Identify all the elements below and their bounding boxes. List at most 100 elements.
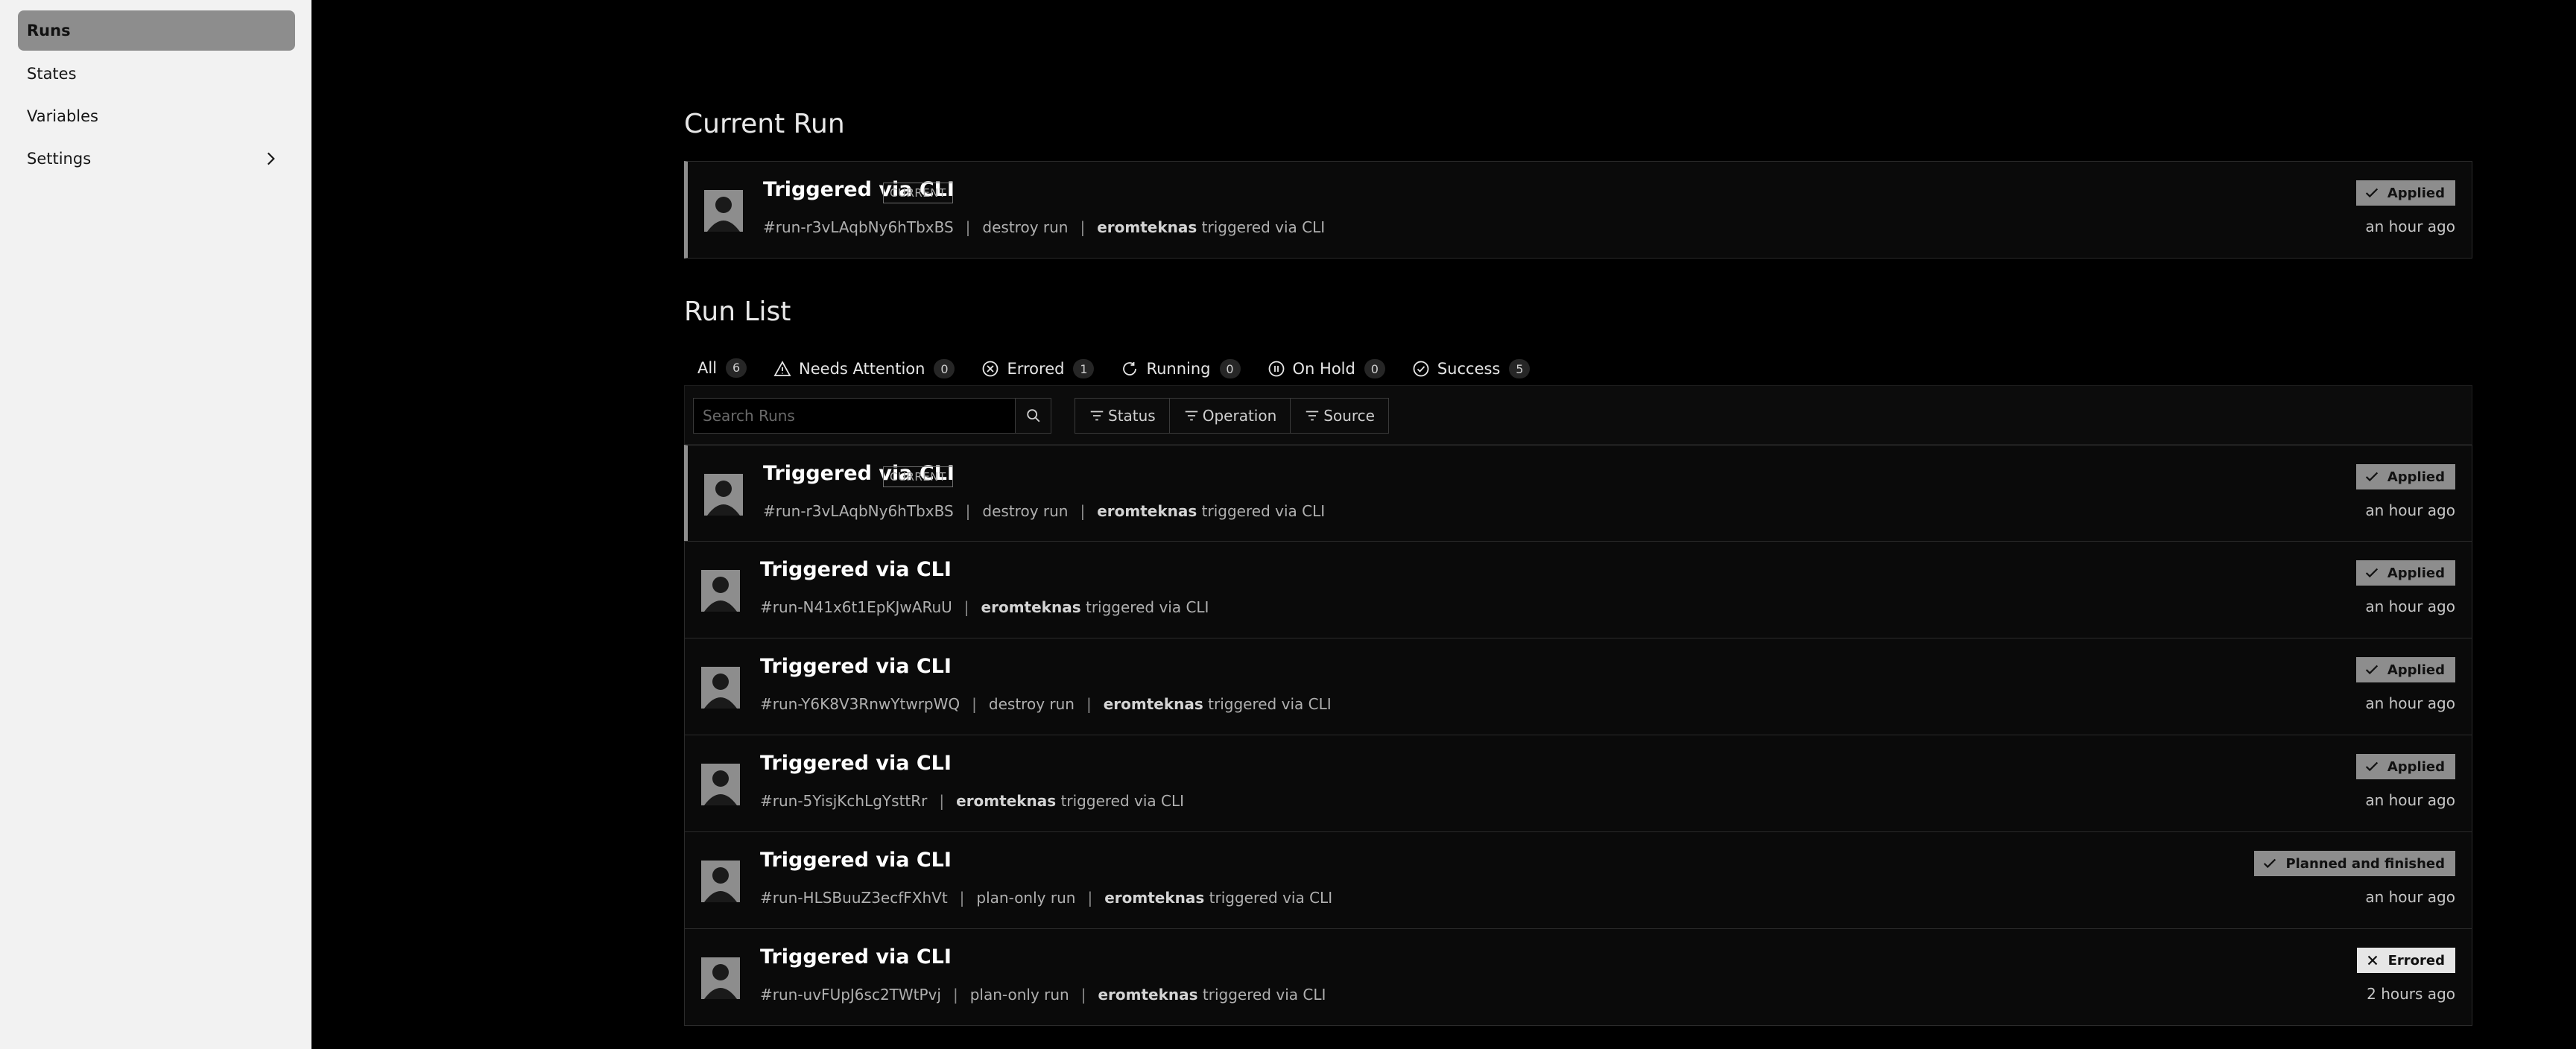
tab-label: Needs Attention — [799, 360, 925, 378]
tab-label: Running — [1146, 360, 1211, 378]
tab-label: All — [697, 358, 718, 377]
filter-label: Operation — [1202, 407, 1277, 425]
table-row[interactable]: Triggered via CLI #run-Y6K8V3RnwYtwrpWQ |… — [684, 638, 2472, 735]
sidebar-item-label: Variables — [27, 107, 98, 125]
status-badge: Applied — [2355, 754, 2455, 779]
separator: | — [939, 792, 945, 810]
avatar — [701, 570, 740, 612]
tab-count: 5 — [1509, 359, 1531, 378]
run-title: Triggered via CLI — [760, 752, 952, 775]
table-row[interactable]: Triggered via CLI #run-uvFUpJ6sc2TWtPvj |… — [684, 928, 2472, 1026]
status-label: Applied — [2387, 469, 2445, 485]
search-button[interactable] — [1016, 398, 1051, 434]
check-icon — [2365, 472, 2378, 482]
separator: | — [1086, 695, 1092, 713]
sidebar-item-states[interactable]: States — [18, 54, 295, 94]
run-trigger: triggered via CLI — [1208, 695, 1332, 713]
sidebar-item-variables[interactable]: Variables — [18, 96, 295, 136]
pause-circle-icon — [1268, 361, 1284, 377]
status-badge: Errored — [2356, 948, 2455, 973]
tab-errored[interactable]: Errored 1 — [968, 350, 1107, 387]
avatar — [701, 667, 740, 709]
check-icon — [2264, 858, 2276, 869]
tab-on-hold[interactable]: On Hold 0 — [1254, 350, 1399, 387]
running-icon — [1123, 362, 1137, 375]
filter-source-button[interactable]: Source — [1291, 399, 1388, 433]
close-icon — [2367, 955, 2377, 966]
status-label: Applied — [2387, 565, 2445, 581]
table-row[interactable]: Triggered via CLI #run-HLSBuuZ3ecfFXhVt |… — [684, 831, 2472, 929]
warning-icon — [773, 361, 791, 376]
avatar — [704, 474, 743, 516]
run-title: Triggered via CLI — [760, 945, 952, 969]
run-user: eromteknas — [1098, 986, 1198, 1004]
current-tag: CURRENT — [883, 466, 953, 487]
run-time: 2 hours ago — [2367, 985, 2455, 1003]
separator: | — [1080, 502, 1086, 520]
current-run-heading: Current Run — [684, 109, 845, 139]
sidebar-item-label: States — [27, 65, 77, 83]
table-row[interactable]: Triggered via CLI #run-5YisjKchLgYsttRr |… — [684, 735, 2472, 832]
run-meta: #run-Y6K8V3RnwYtwrpWQ | destroy run | eromte… — [760, 695, 1332, 713]
run-title: Triggered via CLI — [760, 849, 952, 872]
tab-running[interactable]: Running 0 — [1107, 350, 1253, 387]
current-run-card[interactable]: Triggered via CLI CURRENT #run-r3vLAqbNy… — [684, 161, 2472, 259]
table-row[interactable]: Triggered via CLI CURRENT #run-r3vLAqbNy… — [684, 445, 2472, 542]
run-meta: #run-HLSBuuZ3ecfFXhVt | plan-only run | erom… — [760, 889, 1332, 907]
tab-success[interactable]: Success 5 — [1399, 350, 1544, 387]
run-trigger: triggered via CLI — [1201, 218, 1326, 236]
run-user: eromteknas — [981, 598, 1081, 616]
error-circle-icon — [983, 361, 999, 377]
avatar — [704, 190, 743, 232]
search-box — [693, 398, 1016, 434]
search-input[interactable] — [694, 406, 1015, 425]
user-icon — [704, 674, 737, 709]
run-id: #run-N41x6t1EpKJwARuU — [760, 598, 952, 616]
run-meta: #run-5YisjKchLgYsttRr | eromteknas trigger… — [760, 792, 1184, 810]
tab-needs-attention[interactable]: Needs Attention 0 — [760, 350, 968, 387]
filter-icon — [1090, 411, 1104, 421]
status-badge: Applied — [2355, 464, 2455, 489]
user-icon — [704, 964, 737, 999]
table-row[interactable]: Triggered via CLI #run-N41x6t1EpKJwARuU |… — [684, 541, 2472, 638]
status-label: Applied — [2387, 185, 2445, 201]
user-icon — [704, 770, 737, 805]
run-id: #run-5YisjKchLgYsttRr — [760, 792, 928, 810]
tab-count: 6 — [726, 358, 747, 378]
run-time: an hour ago — [2365, 218, 2455, 235]
sidebar-item-settings[interactable]: Settings — [18, 139, 295, 179]
check-icon — [2365, 188, 2378, 198]
tab-all[interactable]: All 6 — [684, 350, 761, 387]
filter-icon — [1306, 411, 1319, 421]
tab-count: 0 — [1219, 359, 1241, 378]
run-title: Triggered via CLI — [760, 655, 952, 678]
tab-label: Success — [1437, 360, 1501, 378]
check-icon — [2365, 761, 2378, 772]
separator: | — [1080, 986, 1086, 1004]
tab-count: 0 — [1364, 359, 1385, 378]
separator: | — [965, 218, 971, 236]
run-user: eromteknas — [1097, 502, 1197, 520]
separator: | — [965, 502, 971, 520]
avatar — [701, 764, 740, 805]
separator: | — [963, 598, 969, 616]
filter-operation-button[interactable]: Operation — [1170, 399, 1291, 433]
run-meta: #run-r3vLAqbNy6hTbxBS | destroy run | eromte… — [763, 218, 1325, 236]
sidebar-item-runs[interactable]: Runs — [18, 10, 295, 51]
run-operation: destroy run — [988, 695, 1075, 713]
filter-status-button[interactable]: Status — [1075, 399, 1170, 433]
user-icon — [704, 867, 737, 902]
filter-group: Status Operation Source — [1075, 398, 1389, 434]
run-id: #run-HLSBuuZ3ecfFXhVt — [760, 889, 948, 907]
status-badge: Applied — [2355, 657, 2455, 682]
status-label: Errored — [2387, 952, 2445, 969]
filter-icon — [1185, 411, 1197, 421]
separator: | — [1087, 889, 1093, 907]
run-id: #run-r3vLAqbNy6hTbxBS — [763, 502, 954, 520]
run-filter-tabs: All 6 Needs Attention 0 Errored 1 Runnin… — [684, 350, 1543, 387]
run-operation: plan-only run — [976, 889, 1076, 907]
sidebar-item-label: Settings — [27, 150, 92, 168]
sidebar-item-label: Runs — [27, 22, 71, 39]
run-time: an hour ago — [2365, 791, 2455, 809]
run-operation: destroy run — [982, 218, 1069, 236]
